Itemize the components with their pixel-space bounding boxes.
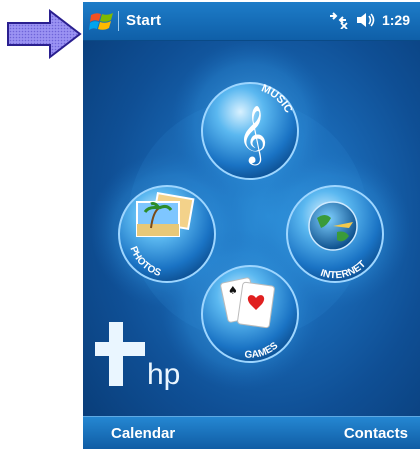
- arrow-right-icon: [7, 9, 82, 59]
- games-button[interactable]: ♠ GAMES: [198, 262, 302, 366]
- softkey-bar: Calendar Contacts: [83, 416, 420, 449]
- music-icon: 𝄞 MUSIC: [201, 82, 299, 180]
- hp-text: hp: [147, 358, 180, 391]
- calendar-softkey[interactable]: Calendar: [111, 425, 175, 442]
- volume-icon[interactable]: [356, 11, 376, 29]
- clock[interactable]: 1:29: [382, 12, 410, 28]
- device-screen: Start 1:29 𝄞 MUSIC PHOTOS INTERNET ♠ GAM…: [83, 2, 420, 449]
- status-area: 1:29: [326, 11, 410, 29]
- svg-text:𝄞: 𝄞: [238, 105, 268, 166]
- contacts-softkey[interactable]: Contacts: [344, 425, 408, 442]
- title-separator: [118, 11, 119, 31]
- title-bar: Start 1:29: [83, 2, 420, 41]
- connectivity-icon[interactable]: [326, 11, 350, 29]
- svg-text:♠: ♠: [228, 284, 238, 297]
- hp-logo: hp: [95, 322, 180, 391]
- windows-flag-icon[interactable]: [89, 10, 115, 34]
- start-menu-button[interactable]: Start: [126, 12, 161, 29]
- music-button[interactable]: 𝄞 MUSIC: [198, 79, 302, 183]
- games-icon: ♠ GAMES: [201, 265, 299, 363]
